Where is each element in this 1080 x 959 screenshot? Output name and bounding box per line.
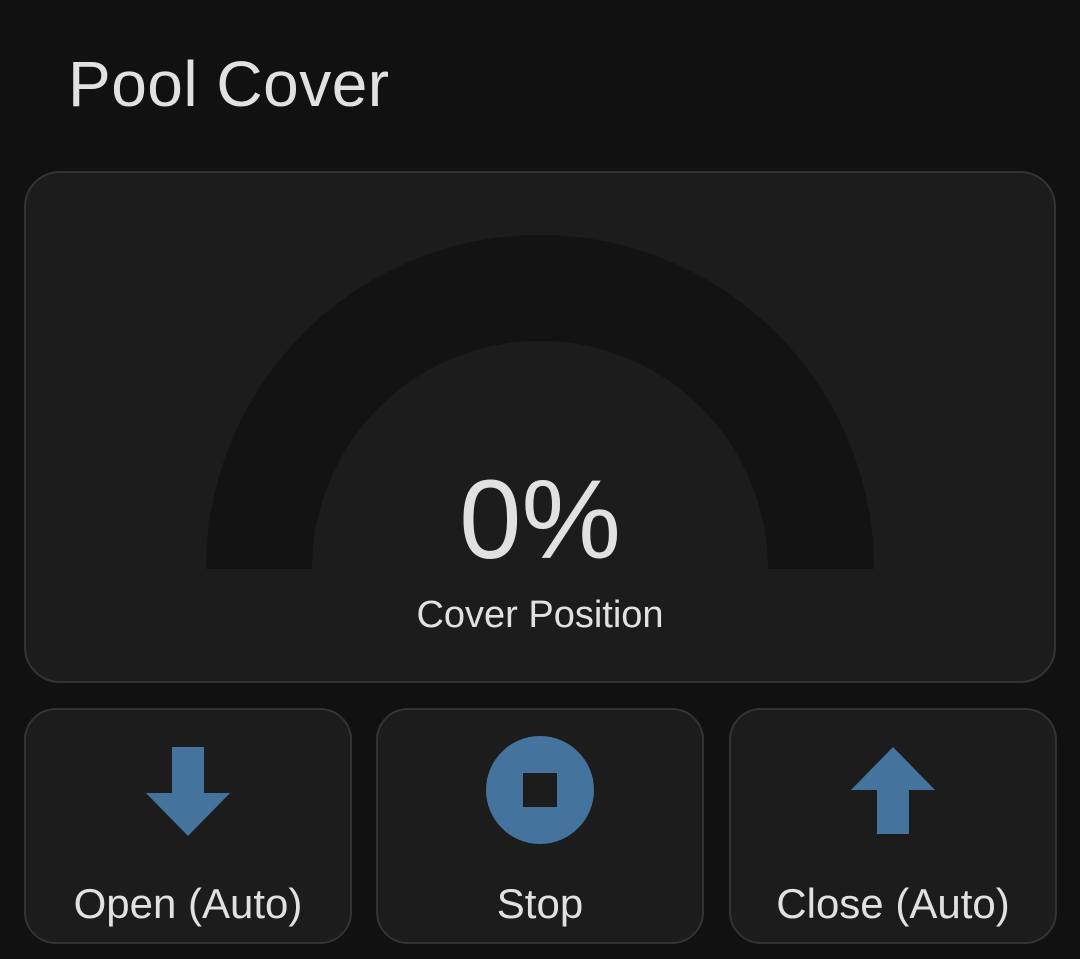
page-title: Pool Cover: [68, 48, 390, 120]
open-auto-label: Open (Auto): [73, 880, 303, 927]
close-auto-button[interactable]: Close (Auto): [729, 708, 1057, 944]
close-auto-label: Close (Auto): [776, 880, 1010, 927]
gauge-value: 0%: [459, 457, 621, 582]
arrow-down-icon: [132, 734, 244, 846]
arrow-up-icon: [837, 734, 949, 846]
stop-label: Stop: [496, 880, 584, 927]
gauge-label: Cover Position: [416, 594, 664, 636]
stop-button[interactable]: Stop: [376, 708, 704, 944]
cover-position-gauge-card[interactable]: 0% Cover Position: [24, 171, 1056, 683]
open-auto-button[interactable]: Open (Auto): [24, 708, 352, 944]
stop-circle-icon: [484, 734, 596, 846]
